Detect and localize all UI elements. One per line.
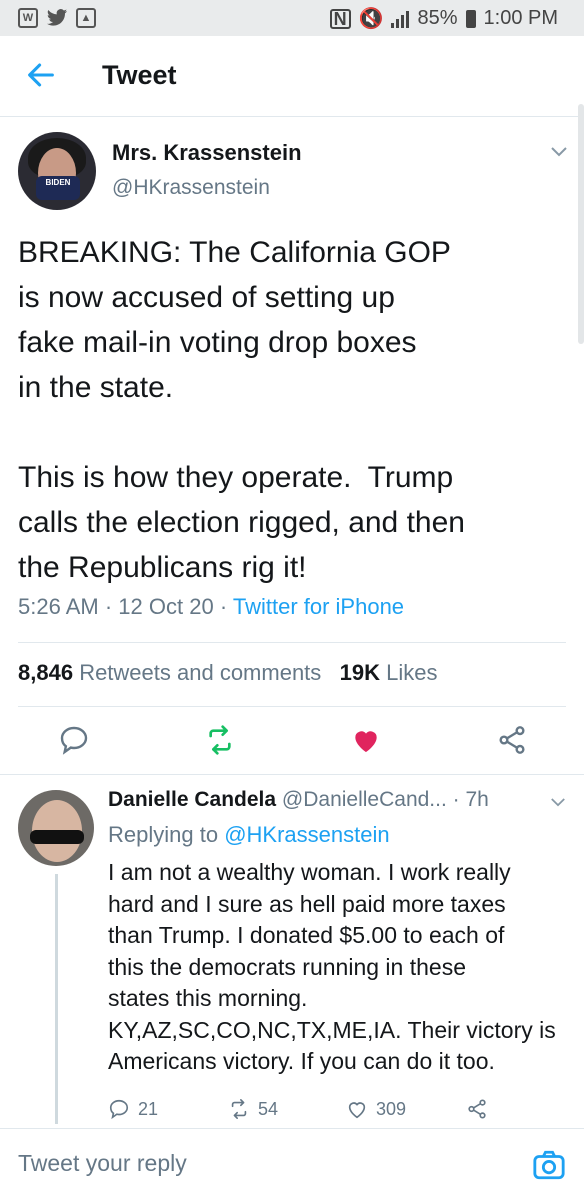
twitter-bird-icon	[46, 9, 68, 26]
nfc-icon: N	[329, 8, 351, 29]
retweets-count[interactable]: 8,846	[18, 660, 73, 685]
replying-to-link[interactable]: @HKrassenstein	[224, 822, 389, 847]
mute-icon: 🔇	[358, 8, 384, 30]
camera-icon[interactable]	[532, 1148, 566, 1182]
chevron-down-icon[interactable]	[550, 797, 566, 808]
likes-label[interactable]: Likes	[386, 660, 437, 685]
likes-count[interactable]: 19K	[340, 660, 380, 685]
retweet-count: 54	[258, 1098, 279, 1119]
tweet-source-link[interactable]: Twitter for iPhone	[233, 594, 404, 619]
reply-author-handle[interactable]: @DanielleCand...	[282, 788, 447, 811]
reply-count: 21	[138, 1098, 159, 1119]
tweet-meta: 5:26 AM · 12 Oct 20 · Twitter for iPhone	[18, 594, 405, 619]
divider	[0, 774, 584, 775]
gallery-icon: ▲	[76, 8, 96, 28]
divider	[0, 1128, 584, 1129]
top-app-bar: Tweet	[0, 36, 584, 117]
scrollbar[interactable]	[578, 104, 584, 344]
battery-icon	[465, 9, 476, 28]
reply-retweet-action[interactable]: 54	[228, 1098, 278, 1120]
status-bar: W ▲ N 🔇 85% 1:00 PM	[0, 0, 584, 36]
reply-icon	[109, 1099, 129, 1120]
reply-age: 7h	[465, 788, 489, 811]
notification-icons: W ▲	[18, 8, 96, 28]
avatar-mask: BIDEN	[36, 176, 80, 200]
reply-reply-action[interactable]: 21	[108, 1098, 158, 1120]
reply-header: Danielle Candela @DanielleCand... · 7h	[108, 788, 489, 811]
reply-avatar[interactable]	[18, 790, 94, 866]
avatar[interactable]: BIDEN	[18, 132, 96, 210]
signal-icon	[391, 10, 410, 28]
replying-to: Replying to @HKrassenstein	[108, 822, 390, 848]
author-handle[interactable]: @HKrassenstein	[112, 176, 270, 200]
share-icon[interactable]	[496, 724, 528, 756]
tweet-time: 5:26 AM	[18, 594, 99, 619]
share-icon	[468, 1099, 486, 1119]
page-title: Tweet	[102, 60, 177, 90]
chevron-down-icon[interactable]	[550, 146, 568, 158]
retweet-icon	[231, 1099, 247, 1119]
sunglasses	[30, 830, 84, 844]
heart-icon	[348, 1102, 366, 1119]
tweet-stats: 8,846 Retweets and comments 19K Likes	[18, 660, 437, 686]
retweets-label[interactable]: Retweets and comments	[79, 660, 321, 685]
reply-composer-input[interactable]: Tweet your reply	[18, 1150, 187, 1177]
tweet-text: BREAKING: The California GOP is now accu…	[18, 236, 465, 584]
divider	[18, 706, 566, 707]
replying-prefix: Replying to	[108, 822, 219, 847]
author-name[interactable]: Mrs. Krassenstein	[112, 140, 302, 166]
thread-line	[55, 874, 58, 1124]
reply-share-action[interactable]	[466, 1098, 488, 1120]
back-arrow-icon[interactable]	[24, 58, 58, 92]
tweet-date: 12 Oct 20	[118, 594, 214, 619]
like-count: 309	[376, 1098, 407, 1119]
reply-author-name[interactable]: Danielle Candela	[108, 788, 276, 811]
reply-text: I am not a wealthy woman. I work really …	[108, 859, 556, 1074]
like-icon[interactable]	[350, 724, 382, 756]
retweet-icon[interactable]	[204, 724, 236, 756]
system-status: N 🔇 85% 1:00 PM	[329, 6, 558, 31]
clock: 1:00 PM	[483, 7, 558, 29]
divider	[18, 642, 566, 643]
w-app-icon: W	[18, 8, 38, 28]
reply-icon[interactable]	[58, 724, 90, 756]
reply-like-action[interactable]: 309	[346, 1098, 406, 1120]
battery-percent: 85%	[417, 7, 458, 29]
